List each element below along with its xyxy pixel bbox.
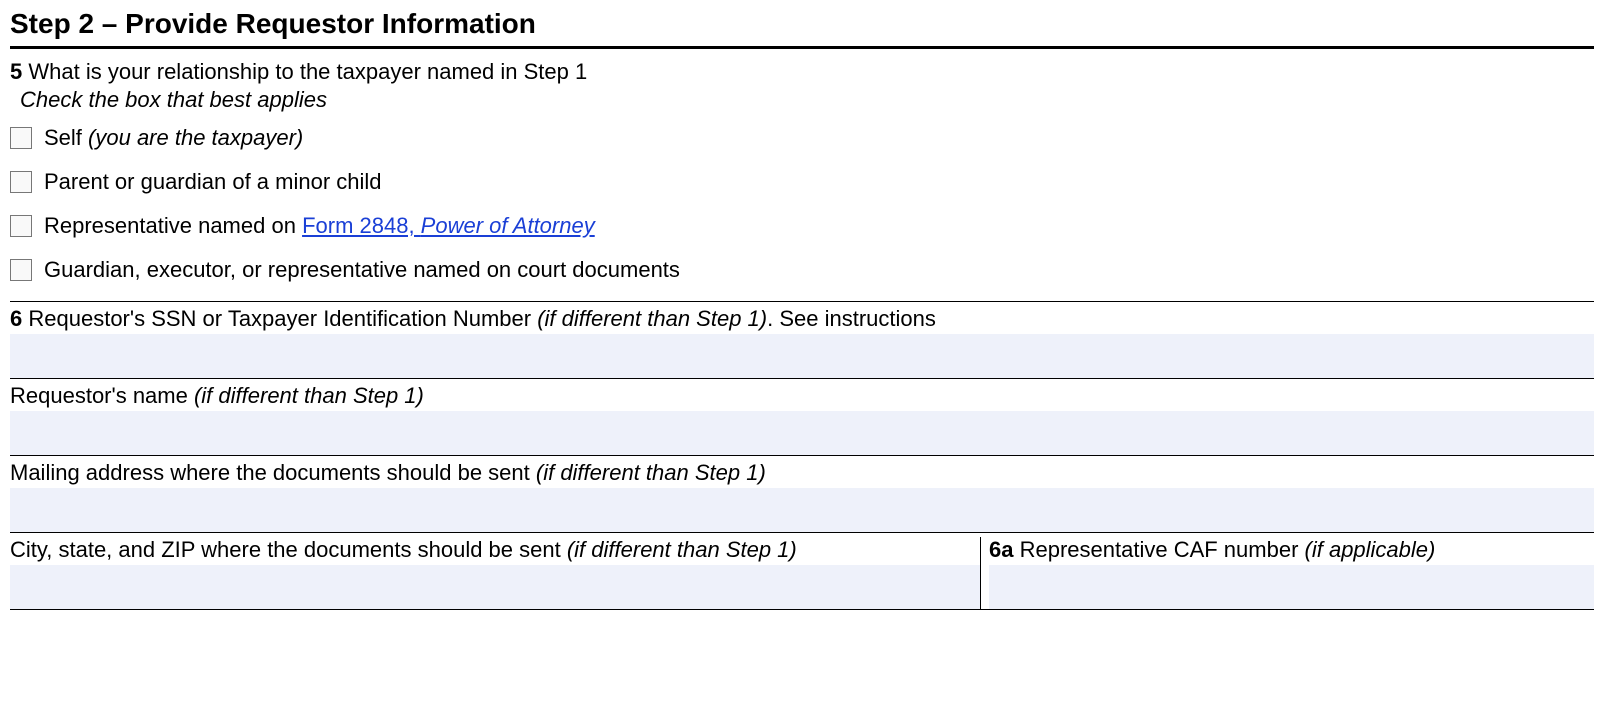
field-6-ssn-label: 6 Requestor's SSN or Taxpayer Identifica…	[10, 306, 1594, 332]
field-requestor-name-block: Requestor's name (if different than Step…	[10, 378, 1594, 455]
field-city-text-b: (if different than Step 1)	[567, 537, 797, 562]
caf-number-input[interactable]	[989, 565, 1594, 609]
option-self-italic: (you are the taxpayer)	[88, 125, 303, 150]
checkbox-guardian[interactable]	[10, 259, 32, 281]
field-6a-text-b: (if applicable)	[1305, 537, 1436, 562]
field-mailing-address-label: Mailing address where the documents shou…	[10, 460, 1594, 486]
field-city-block: City, state, and ZIP where the documents…	[10, 537, 980, 609]
option-self-row: Self (you are the taxpayer)	[10, 125, 1594, 151]
question-5-number: 5	[10, 59, 22, 84]
requestor-name-input[interactable]	[10, 411, 1594, 455]
field-city-text-a: City, state, and ZIP where the documents…	[10, 537, 567, 562]
checkbox-parent[interactable]	[10, 171, 32, 193]
field-mail-text-a: Mailing address where the documents shou…	[10, 460, 536, 485]
field-mail-text-b: (if different than Step 1)	[536, 460, 766, 485]
field-requestor-name-label: Requestor's name (if different than Step…	[10, 383, 1594, 409]
form-2848-link-a: Form 2848,	[302, 213, 421, 238]
form-2848-link[interactable]: Form 2848, Power of Attorney	[302, 213, 595, 238]
mailing-address-input[interactable]	[10, 488, 1594, 532]
field-6a-caf-block: 6a Representative CAF number (if applica…	[980, 537, 1594, 609]
option-representative-label: Representative named on Form 2848, Power…	[44, 213, 595, 239]
field-mailing-address-block: Mailing address where the documents shou…	[10, 455, 1594, 532]
field-city-caf-row: City, state, and ZIP where the documents…	[10, 532, 1594, 610]
question-5-text: What is your relationship to the taxpaye…	[28, 59, 587, 84]
field-6a-text-a: Representative CAF number	[1020, 537, 1305, 562]
form-2848-link-b: Power of Attorney	[421, 213, 595, 238]
option-self-label: Self (you are the taxpayer)	[44, 125, 303, 151]
requestor-ssn-input[interactable]	[10, 334, 1594, 378]
field-6a-caf-label: 6a Representative CAF number (if applica…	[989, 537, 1594, 563]
field-6-ssn-block: 6 Requestor's SSN or Taxpayer Identifica…	[10, 301, 1594, 378]
option-rep-prefix: Representative named on	[44, 213, 302, 238]
question-6a-number: 6a	[989, 537, 1013, 562]
option-guardian-label: Guardian, executor, or representative na…	[44, 257, 680, 283]
field-6-ssn-text-b: (if different than Step 1)	[537, 306, 767, 331]
option-parent-row: Parent or guardian of a minor child	[10, 169, 1594, 195]
option-self-prefix: Self	[44, 125, 88, 150]
question-6-number: 6	[10, 306, 22, 331]
question-5-subtext: Check the box that best applies	[20, 87, 1594, 113]
city-state-zip-input[interactable]	[10, 565, 980, 609]
checkbox-self[interactable]	[10, 127, 32, 149]
field-city-label: City, state, and ZIP where the documents…	[10, 537, 980, 563]
option-parent-label: Parent or guardian of a minor child	[44, 169, 382, 195]
field-6-ssn-text-a: Requestor's SSN or Taxpayer Identificati…	[28, 306, 537, 331]
option-guardian-row: Guardian, executor, or representative na…	[10, 257, 1594, 283]
question-5-line: 5 What is your relationship to the taxpa…	[10, 59, 1594, 85]
checkbox-representative[interactable]	[10, 215, 32, 237]
step-heading: Step 2 – Provide Requestor Information	[10, 8, 1594, 49]
field-6-ssn-text-c: . See instructions	[767, 306, 936, 331]
field-name-text-a: Requestor's name	[10, 383, 194, 408]
field-name-text-b: (if different than Step 1)	[194, 383, 424, 408]
option-representative-row: Representative named on Form 2848, Power…	[10, 213, 1594, 239]
